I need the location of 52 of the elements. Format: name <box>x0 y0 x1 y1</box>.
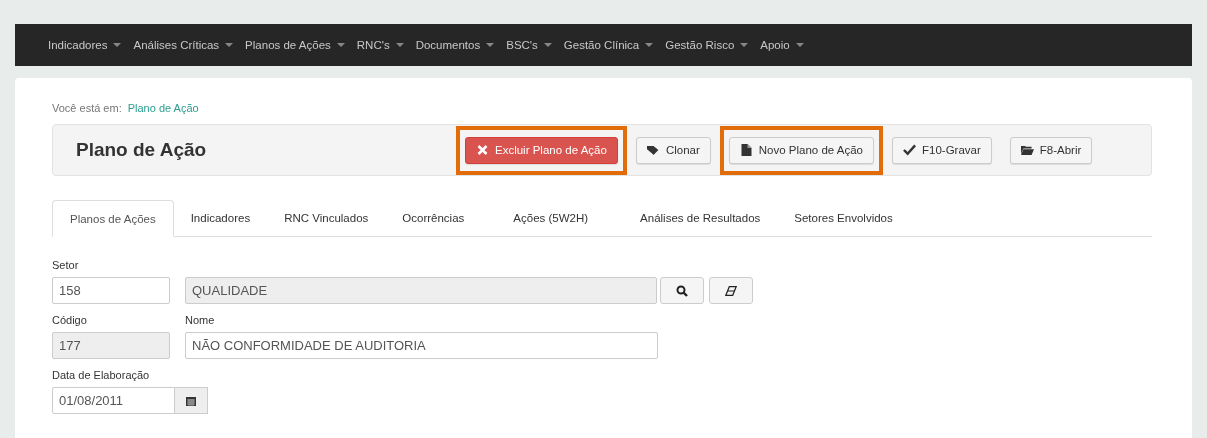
file-icon <box>739 144 753 156</box>
save-button[interactable]: F10-Gravar <box>892 136 992 164</box>
caret-icon <box>395 43 404 47</box>
caret-icon <box>486 43 495 47</box>
tab[interactable]: Ocorrências <box>385 200 482 236</box>
page-title: Plano de Ação <box>76 139 208 161</box>
calendar-button[interactable] <box>175 387 208 414</box>
field-label: Código <box>52 314 88 326</box>
caret-icon <box>795 43 804 47</box>
clone-button[interactable]: Clonar <box>635 136 711 164</box>
nav-menu-item[interactable]: Apoio <box>760 39 804 51</box>
clear-button[interactable] <box>709 277 753 304</box>
nav-menu-item[interactable]: Documentos <box>415 39 495 51</box>
nav-menu-item[interactable]: Indicadores <box>48 39 122 51</box>
caret-icon <box>645 43 654 47</box>
tab[interactable]: Indicadores <box>173 200 268 236</box>
field-label: Nome <box>185 314 216 326</box>
tab[interactable]: Ações (5W2H) <box>496 200 606 236</box>
new-button[interactable]: Novo Plano de Ação <box>728 136 874 164</box>
nav-menu-item[interactable]: BSC's <box>506 39 552 51</box>
nav-menu-item[interactable]: Planos de Ações <box>245 39 345 51</box>
sector-name-field[interactable]: QUALIDADE <box>185 277 657 304</box>
nav-menu-item[interactable]: Gestão Risco <box>665 39 749 51</box>
search-button[interactable] <box>660 277 704 304</box>
calendar-icon <box>185 394 197 407</box>
caret-icon <box>543 43 552 47</box>
caret-icon <box>740 43 749 47</box>
eraser-icon <box>725 284 737 297</box>
tab[interactable]: Planos de Ações <box>52 200 174 237</box>
close-icon <box>476 144 489 156</box>
open-button[interactable]: F8-Abrir <box>1009 136 1093 164</box>
check-icon <box>903 144 916 156</box>
date-field[interactable]: 01/08/2011 <box>52 387 175 414</box>
delete-button[interactable]: Excluir Plano de Ação <box>465 136 618 164</box>
code-field[interactable]: 177 <box>52 332 170 359</box>
tab[interactable]: RNC Vinculados <box>267 200 386 236</box>
tab[interactable]: Setores Envolvidos <box>777 200 910 236</box>
search-icon <box>676 284 688 297</box>
nav-menu-item[interactable]: RNC's <box>356 39 404 51</box>
field-label: Setor <box>52 259 80 271</box>
name-field[interactable]: NÃO CONFORMIDADE DE AUDITORIA <box>185 332 658 359</box>
sector-code-field[interactable]: 158 <box>52 277 170 304</box>
breadcrumb-label: Você está em: <box>52 102 122 114</box>
tab[interactable]: Análises de Resultados <box>623 200 778 236</box>
caret-icon <box>225 43 234 47</box>
nav-menu-item[interactable]: Análises Críticas <box>133 39 234 51</box>
caret-icon <box>336 43 345 47</box>
caret-icon <box>113 43 122 47</box>
folder-icon <box>1020 144 1034 156</box>
tags-icon <box>646 144 660 156</box>
nav-menu-item[interactable]: Gestão Clínica <box>563 39 654 51</box>
field-label: Data de Elaboração <box>52 369 151 381</box>
